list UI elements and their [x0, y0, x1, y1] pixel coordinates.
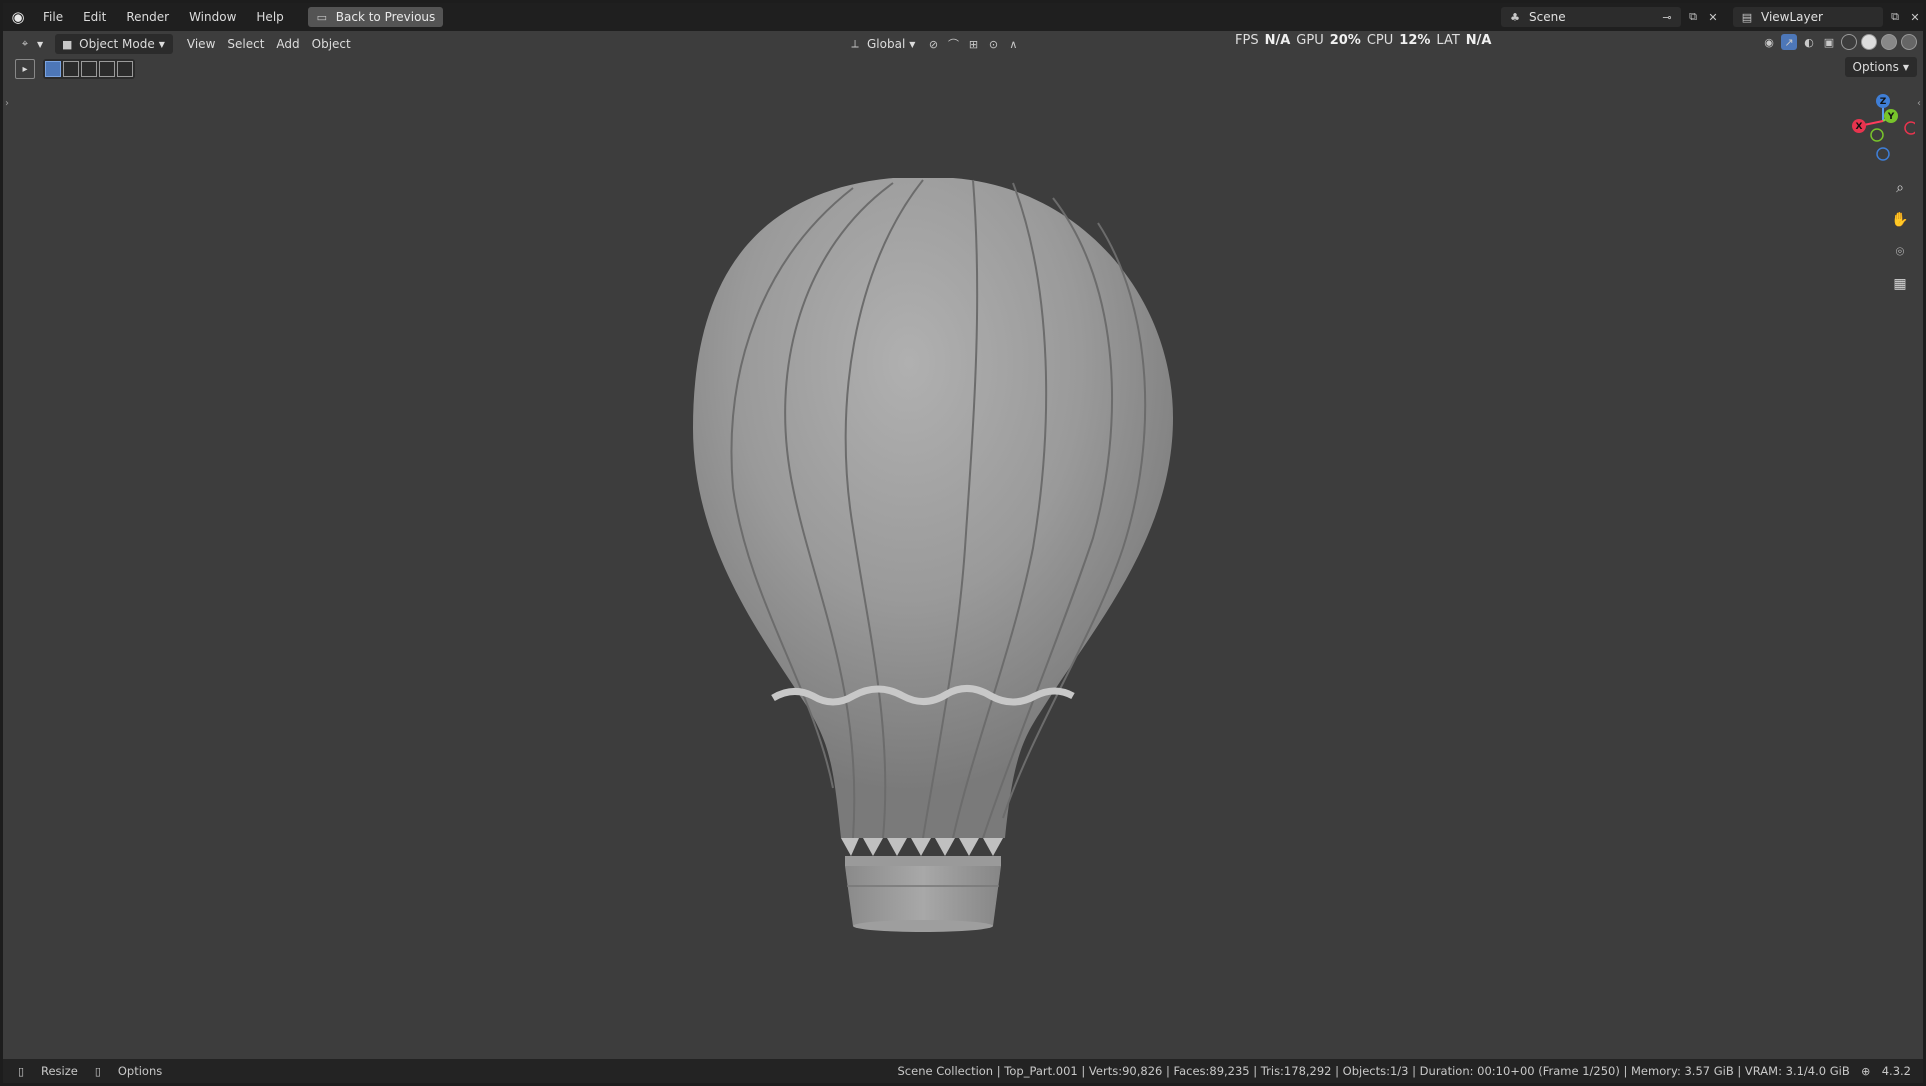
basket-rim	[845, 856, 1001, 866]
menu-select[interactable]: Select	[221, 34, 270, 54]
resize-hint: Resize	[41, 1064, 78, 1078]
gizmo-toggle-icon[interactable]: ↗	[1781, 34, 1797, 50]
scene-icon: ♣	[1510, 10, 1520, 24]
zoom-icon[interactable]: ⌕	[1889, 177, 1911, 199]
falloff-icon[interactable]: ∧	[1005, 36, 1021, 52]
version-label: 4.3.2	[1881, 1064, 1911, 1078]
menu-file[interactable]: File	[33, 3, 73, 31]
basket-bottom	[853, 920, 993, 932]
scene-name: Scene	[1529, 10, 1566, 24]
cpu-label: CPU	[1366, 32, 1394, 48]
toolbar-expand-icon[interactable]: ›	[5, 98, 9, 109]
view-layer-icon: ▤	[1741, 10, 1753, 24]
remove-scene-icon[interactable]: ✕	[1705, 9, 1721, 25]
view-layer-selector[interactable]: ▤ ViewLayer	[1733, 7, 1883, 27]
z-axis-label: Z	[1880, 97, 1887, 107]
mode-label: Object Mode	[79, 37, 155, 51]
menu-object[interactable]: Object	[306, 34, 357, 54]
editor-type-button[interactable]: ⌖ ▼	[11, 34, 49, 54]
scene-controls: ♣ Scene ⊸ ⧉ ✕ ▤ ViewLayer ⧉ ✕	[1501, 3, 1923, 31]
menu-view[interactable]: View	[181, 34, 221, 54]
fps-value: N/A	[1264, 32, 1291, 48]
solid-shading-icon[interactable]	[1861, 34, 1877, 50]
select-new-icon[interactable]	[45, 61, 61, 77]
basket	[845, 866, 1001, 926]
pan-hand-icon[interactable]: ✋	[1889, 209, 1911, 231]
top-menu-bar: ◉ File Edit Render Window Help ▭ Back to…	[3, 3, 1923, 31]
snap-target-icon[interactable]: ⊞	[965, 36, 981, 52]
orientation-icon: ⟂	[851, 37, 859, 50]
hot-air-balloon-model[interactable]	[653, 168, 1293, 948]
new-scene-icon[interactable]: ⧉	[1685, 9, 1701, 25]
network-icon: ⊕	[1861, 1064, 1871, 1078]
gpu-label: GPU	[1296, 32, 1324, 48]
scene-statistics: Scene Collection | Top_Part.001 | Verts:…	[898, 1059, 1912, 1083]
rendered-shading-icon[interactable]	[1901, 34, 1917, 50]
material-shading-icon[interactable]	[1881, 34, 1897, 50]
object-mode-icon: ■	[61, 37, 73, 51]
remove-view-layer-icon[interactable]: ✕	[1907, 9, 1923, 25]
select-intersect-icon[interactable]	[117, 61, 133, 77]
snap-icon[interactable]: ⌒	[945, 36, 961, 52]
scene-stats-text: Scene Collection | Top_Part.001 | Verts:…	[897, 1064, 1850, 1078]
neg-y-axis-icon	[1870, 128, 1884, 142]
neg-z-axis-icon	[1876, 147, 1890, 161]
screen-icon: ▭	[316, 10, 327, 24]
cpu-value: 12%	[1399, 32, 1431, 48]
sidebar-expand-icon[interactable]: ‹	[1917, 98, 1921, 109]
back-to-previous-label: Back to Previous	[335, 10, 436, 24]
view-layer-name: ViewLayer	[1761, 10, 1823, 24]
menu-edit[interactable]: Edit	[73, 3, 116, 31]
back-to-previous-button[interactable]: ▭ Back to Previous	[307, 7, 444, 27]
transform-tools: ⟂ Global ▼ ⊘ ⌒ ⊞ ⊙ ∧	[841, 34, 1021, 54]
orientation-label: Global	[867, 37, 906, 51]
select-extend-icon[interactable]	[63, 61, 79, 77]
pin-icon[interactable]: ⊸	[1659, 9, 1675, 25]
pivot-icon[interactable]: ⊘	[925, 36, 941, 52]
navigation-gizmo[interactable]: Z Y X	[1845, 91, 1915, 171]
wireframe-shading-icon[interactable]	[1841, 34, 1857, 50]
perspective-grid-icon[interactable]: ▦	[1889, 273, 1911, 295]
skirt-teeth	[841, 838, 1003, 856]
performance-stats: FPS N/A GPU 20% CPU 12% LAT N/A	[1235, 31, 1491, 49]
fps-label: FPS	[1235, 32, 1259, 48]
transform-orientation[interactable]: ⟂ Global ▼	[841, 34, 921, 54]
scene-selector[interactable]: ♣ Scene ⊸	[1501, 7, 1681, 27]
lat-value: N/A	[1465, 32, 1492, 48]
menu-render[interactable]: Render	[116, 3, 179, 31]
status-bar: ▯ Resize ▯ Options Scene Collection | To…	[3, 1059, 1923, 1083]
new-view-layer-icon[interactable]: ⧉	[1887, 9, 1903, 25]
overlay-icon[interactable]: ◐	[1801, 34, 1817, 50]
y-axis-label: Y	[1887, 112, 1895, 122]
proportional-editing-icon[interactable]: ⊙	[985, 36, 1001, 52]
mouse-left-icon: ▯	[17, 1064, 25, 1078]
viewport-display-tools: ◉ ↗ ◐ ▣	[1761, 34, 1917, 50]
xray-icon[interactable]: ▣	[1821, 34, 1837, 50]
tool-settings: ▸	[15, 59, 135, 79]
select-invert-icon[interactable]	[99, 61, 115, 77]
select-subtract-icon[interactable]	[81, 61, 97, 77]
menu-window[interactable]: Window	[179, 3, 246, 31]
3d-view-icon: ⌖	[21, 37, 29, 50]
mode-selector[interactable]: ■ Object Mode ▼	[55, 34, 173, 54]
visibility-icon[interactable]: ◉	[1761, 34, 1777, 50]
blender-window: ◉ File Edit Render Window Help ▭ Back to…	[3, 3, 1923, 1083]
camera-view-icon[interactable]: ⌾	[1889, 241, 1911, 263]
viewport-header: ⌖ ▼ ■ Object Mode ▼ View Select Add Objec…	[3, 31, 1923, 57]
viewport-navigation: ⌕ ✋ ⌾ ▦	[1889, 177, 1911, 295]
selection-mode-group	[43, 59, 135, 79]
menu-add[interactable]: Add	[270, 34, 305, 54]
options-hint: Options	[117, 1064, 163, 1078]
select-tool-icon[interactable]: ▸	[15, 59, 35, 79]
lat-label: LAT	[1436, 32, 1460, 48]
x-axis-label: X	[1856, 122, 1863, 132]
blender-logo-icon[interactable]: ◉	[3, 3, 33, 31]
mouse-right-icon: ▯	[94, 1064, 101, 1078]
options-dropdown[interactable]: Options ▼	[1844, 57, 1917, 77]
options-label: Options	[1852, 60, 1899, 74]
menu-help[interactable]: Help	[246, 3, 293, 31]
neg-x-axis-icon	[1904, 121, 1915, 135]
gpu-value: 20%	[1329, 32, 1361, 48]
status-hints: ▯ Resize ▯ Options	[3, 1063, 162, 1079]
